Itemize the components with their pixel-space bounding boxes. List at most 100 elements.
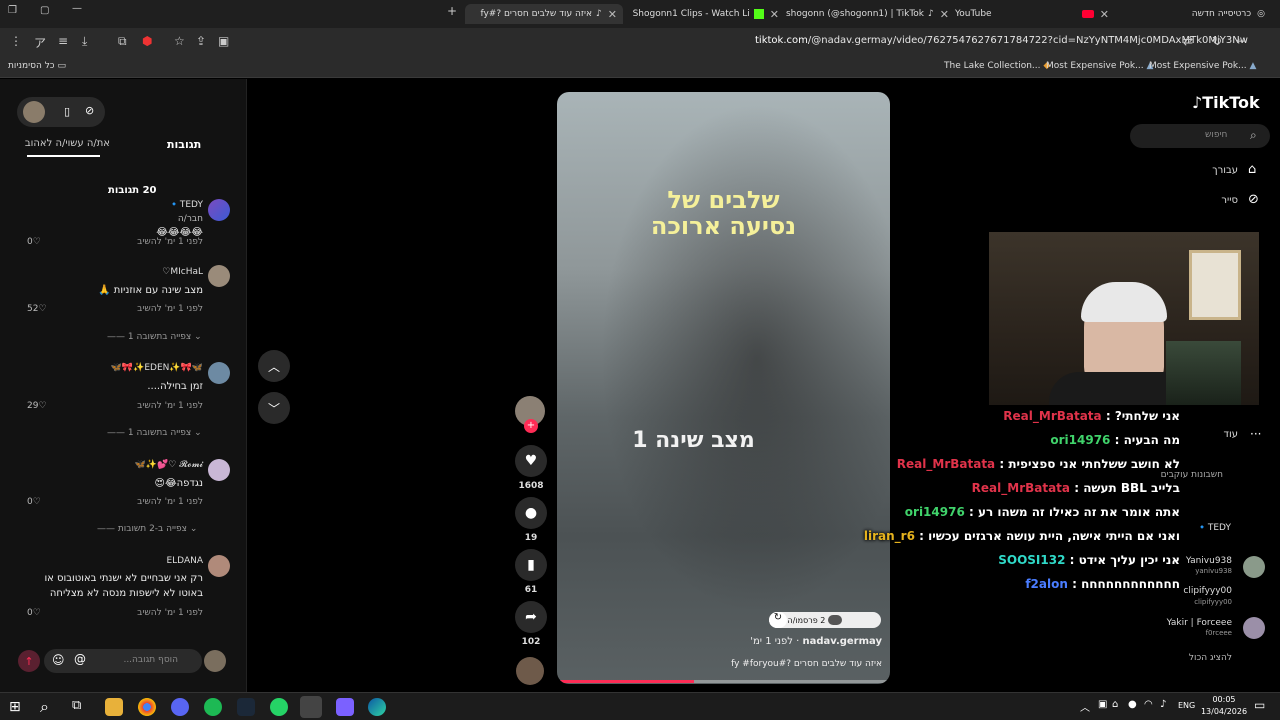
tab-tiktok-video[interactable]: ✕ ♪ איזה עוד שלבים חסרים ?#fy [465, 4, 623, 24]
comment-like[interactable]: 0♡ [27, 237, 41, 247]
tiktok-logo[interactable]: ♪TikTok [1192, 93, 1260, 112]
all-bookmarks[interactable]: כל הסימניות ▭ [8, 61, 66, 71]
video-player[interactable]: שלבים של נסיעה ארוכה מצב שינה 1 2 פרסמו/… [557, 92, 890, 684]
download-icon[interactable]: ⤓ [82, 34, 87, 49]
avatar[interactable] [208, 199, 230, 221]
compass-icon[interactable]: ⊘ [85, 104, 94, 117]
chat-username[interactable]: Real_MrBatata [897, 457, 995, 471]
avatar[interactable] [208, 362, 230, 384]
clock-date[interactable]: 13/04/2026 [1199, 707, 1249, 716]
screenshot-icon[interactable]: ▣ [218, 34, 229, 48]
notifications-icon[interactable]: ▭ [1254, 698, 1265, 712]
next-video-button[interactable]: ﹀ [258, 392, 290, 424]
tab-you-may-like[interactable]: את/ה עשוי/ה לאהוב [20, 138, 110, 149]
tab-kick-clips[interactable]: ✕ Shogonn1 Clips - Watch Li [625, 4, 785, 24]
reading-list-icon[interactable]: ≡ [58, 34, 68, 48]
nav-more[interactable]: עוד [1224, 429, 1238, 440]
reply-button[interactable]: להשיב [137, 304, 162, 314]
close-tab-icon[interactable]: ✕ [608, 8, 617, 21]
tab-tiktok-profile[interactable]: ✕ ♪ shogonn (@shogonn1) | TikTok [785, 4, 955, 24]
more-dots-icon[interactable]: ··· [1250, 427, 1261, 441]
view-replies[interactable]: ⌄ צפייה ב-2 תשובות —— [97, 524, 197, 534]
volume-icon[interactable]: ♪ [1160, 699, 1166, 710]
microphone-icon[interactable]: ● [1128, 699, 1137, 710]
chat-username[interactable]: Real_MrBatata [1003, 409, 1101, 423]
nav-for-you[interactable]: עבורך [1212, 165, 1238, 176]
comment-username[interactable]: 𝓡𝓸𝓶𝓲 ♡💕✨🦋 [135, 460, 203, 470]
emoji-icon[interactable]: ☺ [52, 653, 65, 667]
mention-icon[interactable]: @ [74, 652, 86, 666]
extensions-icon[interactable]: ⧉ [118, 34, 127, 49]
view-replies[interactable]: ⌄ צפייה בתשובה 1 —— [107, 428, 202, 438]
task-view-icon[interactable]: ⧉ [72, 698, 81, 713]
obs-icon[interactable] [300, 696, 322, 718]
sound-disc[interactable] [516, 657, 544, 685]
wifi-icon[interactable]: ◠ [1144, 699, 1153, 710]
nav-explore[interactable]: סייר [1221, 195, 1238, 206]
reload-icon[interactable]: ↻ [1212, 34, 1222, 48]
bookmark-item[interactable]: The Lake Collection... ◆ [944, 61, 1050, 71]
avatar[interactable] [23, 101, 45, 123]
close-tab-icon[interactable]: ✕ [1100, 8, 1109, 21]
comment-like[interactable]: 0♡ [27, 497, 41, 507]
chat-username[interactable]: ori14976 [1050, 433, 1110, 447]
comment-input[interactable]: ☺ @ הוסף תגובה... [44, 649, 202, 673]
video-author[interactable]: nadav.germay [802, 636, 882, 647]
avatar[interactable] [208, 459, 230, 481]
site-settings-icon[interactable]: ⇄ [1183, 34, 1193, 48]
clock-time[interactable]: 00:05 [1204, 695, 1244, 704]
restore-window-icon[interactable]: ❐ [8, 5, 17, 16]
comment-username[interactable]: ELDANA [166, 556, 203, 566]
show-all-link[interactable]: להציג הכול [1189, 653, 1232, 663]
chrome-icon[interactable] [138, 698, 156, 716]
whatsapp-icon[interactable] [270, 698, 288, 716]
tab-comments[interactable]: תגובות [167, 138, 201, 151]
save-button[interactable]: ▮ [515, 549, 547, 581]
address-bar[interactable]: tiktok.com/@nadav.germay/video/762754762… [755, 35, 1248, 46]
reply-button[interactable]: להשיב [137, 608, 162, 618]
discord-icon[interactable] [171, 698, 189, 716]
reply-button[interactable]: להשיב [137, 497, 162, 507]
reply-button[interactable]: להשיב [137, 237, 162, 247]
previous-video-button[interactable]: ︿ [258, 350, 290, 382]
reply-button[interactable]: להשיב [137, 401, 162, 411]
windows-start-icon[interactable]: ⊞ [9, 699, 21, 715]
menu-dots-icon[interactable]: ⋮ [10, 34, 22, 48]
chat-username[interactable]: Real_MrBatata [972, 481, 1070, 495]
close-tab-icon[interactable]: ✕ [770, 8, 779, 21]
follow-plus-icon[interactable]: + [524, 419, 538, 433]
comment-like[interactable]: 0♡ [27, 608, 41, 618]
adblock-icon[interactable]: ⬢ [142, 34, 152, 48]
tray-icon[interactable]: ▣ [1098, 699, 1107, 710]
comment-button[interactable]: ● [515, 497, 547, 529]
chat-username[interactable]: ori14976 [905, 505, 965, 519]
search-icon[interactable]: ⌕ [40, 697, 49, 717]
bookmark-item[interactable]: Most Expensive Pok... ▲ [1046, 61, 1153, 71]
repost-icon[interactable]: ↻ [769, 612, 787, 628]
send-icon[interactable]: ↑ [18, 650, 40, 672]
minimize-window-icon[interactable]: ▢ [40, 5, 49, 16]
comment-username[interactable]: 🦋🎀✨EDEN✨🎀🦋 [111, 363, 203, 373]
tab-new-tab[interactable]: ◎ כרטיסייה חדשה [1115, 4, 1265, 24]
new-tab-plus-icon[interactable]: + [447, 4, 457, 18]
language-indicator[interactable]: ENG [1178, 701, 1195, 710]
app-icon[interactable] [336, 698, 354, 716]
chat-username[interactable]: liran_r6 [864, 529, 915, 543]
back-icon[interactable]: ← [1236, 34, 1246, 48]
like-button[interactable]: ♥ [515, 445, 547, 477]
close-tab-icon[interactable]: ✕ [940, 8, 949, 21]
minimize-icon[interactable]: — [72, 3, 82, 14]
edge-icon[interactable] [368, 698, 386, 716]
view-replies[interactable]: ⌄ צפייה בתשובה 1 —— [107, 332, 202, 342]
tray-overflow-icon[interactable]: ︿ [1080, 699, 1090, 714]
chat-username[interactable]: SOOSI132 [998, 553, 1065, 567]
tab-youtube[interactable]: ✕ YouTube [955, 4, 1115, 24]
avatar[interactable] [208, 265, 230, 287]
share-icon[interactable]: ⇪ [196, 34, 206, 48]
share-button[interactable]: ➦ [515, 601, 547, 633]
video-progress-track[interactable] [557, 680, 890, 683]
bookmark-item[interactable]: Most Expensive Pok... ▲ [1149, 61, 1256, 71]
comment-username[interactable]: MIcHaL♡ [162, 267, 203, 277]
search-input[interactable]: חיפוש ⌕ [1130, 124, 1270, 148]
steam-icon[interactable] [237, 698, 255, 716]
